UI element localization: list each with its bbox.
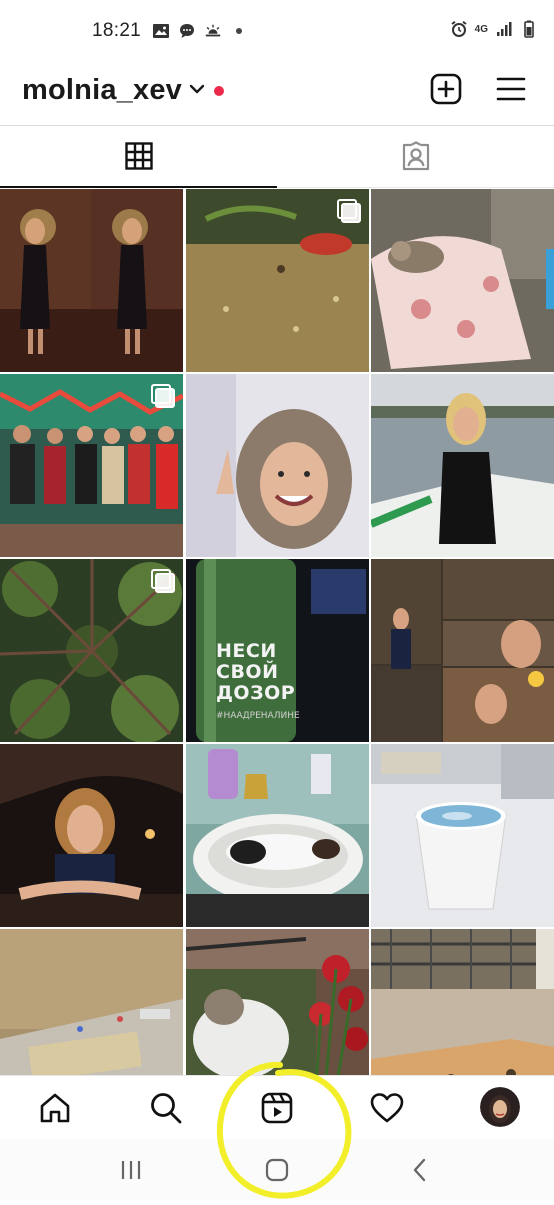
alarm-icon <box>451 20 467 37</box>
bottle-label-hashtag: #НААДРЕНАЛИНЕ <box>216 711 300 721</box>
multiple-photos-icon <box>151 569 175 593</box>
battery-icon <box>524 20 534 38</box>
heart-icon <box>370 1093 404 1123</box>
grid-post[interactable] <box>0 559 183 742</box>
post-photo-blue-latte <box>371 744 554 927</box>
grid-post[interactable] <box>0 744 183 927</box>
dot-icon <box>236 28 242 34</box>
nav-home-button[interactable] <box>37 1090 73 1126</box>
new-post-icon <box>430 73 462 105</box>
back-icon <box>413 1158 426 1182</box>
grid-post[interactable] <box>186 189 369 372</box>
post-photo-patio <box>371 929 554 1075</box>
grid-post[interactable]: НЕСИ СВОЙ ДОЗОР #НААДРЕНАЛИНЕ <box>186 559 369 742</box>
post-photo-collage <box>371 559 554 742</box>
status-time: 18:21 <box>92 20 142 41</box>
grid-post[interactable] <box>186 929 369 1075</box>
network-4g-icon: 4G <box>474 23 488 35</box>
gallery-icon <box>153 24 169 38</box>
chat-icon <box>180 24 194 38</box>
status-bar: 18:21 4G <box>0 0 554 62</box>
chevron-down-icon[interactable] <box>188 82 206 96</box>
post-photo-women-mirror-selfie <box>0 189 183 372</box>
photo-grid: НЕСИ СВОЙ ДОЗОР #НААДРЕНАЛИНЕ <box>0 189 554 1075</box>
grid-post[interactable] <box>371 374 554 557</box>
android-system-nav <box>0 1139 554 1200</box>
bottle-label-text: НЕСИ СВОЙ ДОЗОР <box>216 640 296 704</box>
nav-profile-avatar[interactable] <box>480 1087 520 1127</box>
profile-view-tabs <box>0 126 554 188</box>
new-post-button[interactable] <box>429 72 463 106</box>
grid-post[interactable] <box>371 189 554 372</box>
post-photo-woman-selfie <box>186 374 369 557</box>
post-photo-woman-in-boat <box>371 374 554 557</box>
profile-username[interactable]: molnia_xev <box>22 74 182 107</box>
post-photo-cat-with-roses <box>186 929 369 1075</box>
avatar <box>480 1087 520 1127</box>
notification-dot <box>214 86 224 96</box>
multiple-photos-icon <box>151 384 175 408</box>
grid-icon <box>124 142 153 170</box>
menu-button[interactable] <box>494 72 528 106</box>
grid-post[interactable] <box>0 189 183 372</box>
search-icon <box>151 1093 182 1124</box>
post-photo-room-floor <box>0 929 183 1075</box>
grid-post[interactable] <box>371 559 554 742</box>
signal-icon <box>497 22 512 36</box>
tab-grid[interactable] <box>0 126 277 188</box>
post-photo-woman-at-railing <box>0 744 183 927</box>
grid-post[interactable] <box>0 929 183 1075</box>
post-photo-cat-in-sink <box>186 744 369 927</box>
weather-icon <box>205 24 221 37</box>
tagged-person-icon <box>402 140 429 170</box>
grid-post[interactable] <box>0 374 183 557</box>
tab-tagged[interactable] <box>277 126 554 188</box>
profile-header: molnia_xev <box>0 62 554 126</box>
status-icons-right: 4G <box>450 20 538 38</box>
home-button-icon <box>265 1158 289 1182</box>
home-icon <box>40 1093 70 1123</box>
post-photo-cat-on-blanket <box>371 189 554 372</box>
grid-post[interactable] <box>371 744 554 927</box>
bottom-nav <box>0 1075 554 1139</box>
recent-apps-icon <box>121 1161 141 1179</box>
grid-post[interactable] <box>186 744 369 927</box>
grid-post[interactable] <box>371 929 554 1075</box>
nav-activity-button[interactable] <box>369 1090 405 1126</box>
recent-apps-button[interactable] <box>116 1155 146 1185</box>
system-home-button[interactable] <box>262 1155 292 1185</box>
reels-icon <box>261 1092 293 1124</box>
back-button[interactable] <box>405 1155 435 1185</box>
menu-icon <box>496 77 526 101</box>
multiple-photos-icon <box>337 199 361 223</box>
nav-search-button[interactable] <box>148 1090 184 1126</box>
nav-reels-button[interactable] <box>259 1090 295 1126</box>
status-icons-left <box>152 22 248 40</box>
grid-post[interactable] <box>186 374 369 557</box>
